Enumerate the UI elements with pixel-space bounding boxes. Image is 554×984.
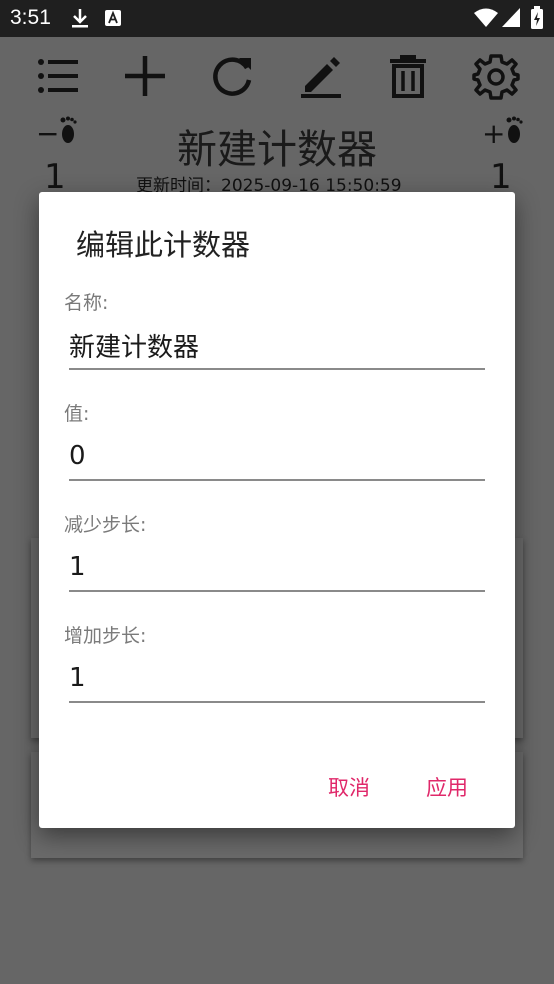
plus-icon[interactable] [119, 50, 171, 102]
value-input[interactable] [69, 437, 485, 481]
decrement-step-label: 减少步长: [64, 514, 147, 536]
settings-icon[interactable] [470, 50, 522, 102]
list-icon[interactable] [32, 50, 84, 102]
cancel-button[interactable]: 取消 [328, 772, 370, 802]
edit-counter-dialog: 编辑此计数器 名称: 值: 减少步长: 增加步长: 取消 应用 [39, 192, 515, 828]
name-input[interactable] [69, 326, 485, 370]
battery-icon [530, 6, 544, 34]
name-label: 名称: [64, 292, 109, 314]
counter-title: 新建计数器 [177, 127, 377, 173]
decrement-step-value: 1 [44, 157, 66, 197]
increment-step-label: 增加步长: [64, 625, 147, 647]
apply-button[interactable]: 应用 [426, 772, 468, 802]
wifi-icon [474, 8, 498, 32]
a-icon [105, 10, 121, 30]
increment-step-input[interactable] [69, 659, 485, 703]
edit-icon[interactable] [295, 50, 347, 102]
increment-step-value: 1 [490, 157, 512, 197]
signal-icon [502, 8, 520, 32]
toolbar [0, 50, 554, 102]
trash-icon[interactable] [382, 50, 434, 102]
decrement-step-input[interactable] [69, 548, 485, 592]
dialog-title: 编辑此计数器 [76, 228, 251, 262]
value-label: 值: [64, 403, 90, 425]
refresh-icon[interactable] [207, 50, 259, 102]
status-bar: 3:51 [0, 0, 554, 37]
status-time: 3:51 [10, 6, 51, 29]
download-icon [70, 7, 90, 33]
